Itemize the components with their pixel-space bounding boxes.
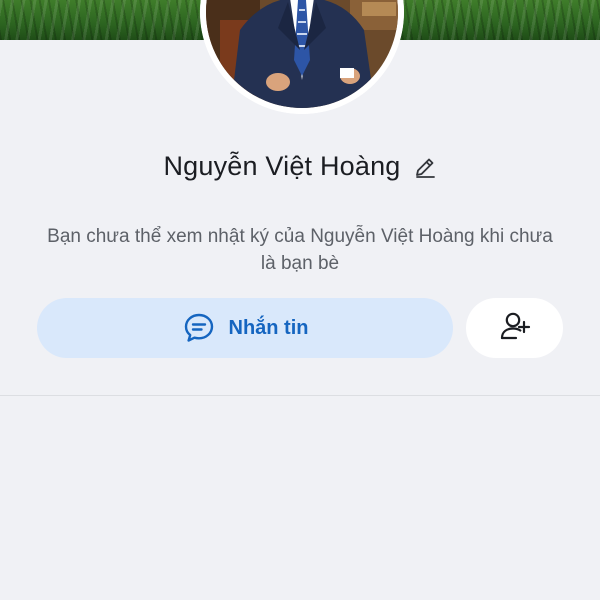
- chat-bubble-icon: [182, 311, 216, 345]
- profile-name: Nguyễn Việt Hoàng: [163, 150, 401, 181]
- add-friend-icon: [498, 309, 532, 348]
- edit-icon[interactable]: [413, 155, 437, 179]
- profile-name-row: Nguyễn Việt Hoàng: [0, 146, 600, 186]
- avatar[interactable]: [200, 0, 404, 114]
- avatar-photo: [200, 0, 404, 114]
- message-button[interactable]: Nhắn tin: [37, 298, 453, 358]
- section-divider: [0, 395, 600, 396]
- add-friend-button[interactable]: [466, 298, 563, 358]
- privacy-notice: Bạn chưa thể xem nhật ký của Nguyễn Việt…: [47, 226, 553, 274]
- message-button-label: Nhắn tin: [228, 316, 309, 339]
